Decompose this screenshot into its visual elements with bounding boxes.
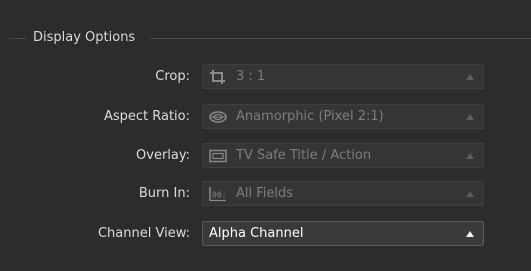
channel-view-row: Channel View: Alpha Channel bbox=[0, 221, 531, 247]
crop-icon bbox=[208, 69, 228, 85]
safe-area-overlay-icon bbox=[208, 148, 228, 164]
crop-label: Crop: bbox=[155, 69, 190, 84]
overlay-select[interactable]: TV Safe Title / Action bbox=[202, 143, 484, 168]
display-options-panel: Display Options Crop: 3 : 1 Aspect Ratio… bbox=[0, 0, 531, 271]
aspect-ratio-value: Anamorphic (Pixel 2:1) bbox=[236, 109, 384, 124]
aspect-ratio-row: Aspect Ratio: Anamorphic (Pixel 2:1) bbox=[0, 104, 531, 130]
burn-in-icon-text: 00: bbox=[212, 191, 226, 200]
aspect-ratio-label: Aspect Ratio: bbox=[103, 109, 190, 124]
timecode-burn-in-icon: 00: bbox=[208, 186, 228, 202]
crop-select[interactable]: 3 : 1 bbox=[202, 64, 484, 89]
overlay-caret-icon bbox=[466, 153, 474, 159]
burn-in-label: Burn In: bbox=[138, 186, 190, 201]
channel-view-label: Channel View: bbox=[97, 226, 190, 241]
channel-view-select[interactable]: Alpha Channel bbox=[202, 221, 484, 246]
anamorphic-lens-icon bbox=[208, 109, 228, 125]
channel-view-caret-icon bbox=[466, 231, 474, 237]
burn-in-row: Burn In: 00: All Fields bbox=[0, 181, 531, 207]
crop-value: 3 : 1 bbox=[236, 69, 266, 84]
crop-row: Crop: 3 : 1 bbox=[0, 64, 531, 90]
group-divider-left bbox=[9, 38, 27, 39]
overlay-value: TV Safe Title / Action bbox=[236, 148, 372, 163]
group-title: Display Options bbox=[33, 30, 136, 45]
crop-caret-icon bbox=[466, 74, 474, 80]
group-divider-right bbox=[150, 38, 531, 39]
aspect-ratio-caret-icon bbox=[466, 114, 474, 120]
burn-in-caret-icon bbox=[466, 191, 474, 197]
burn-in-select[interactable]: 00: All Fields bbox=[202, 181, 484, 206]
burn-in-value: All Fields bbox=[236, 186, 294, 201]
overlay-label: Overlay: bbox=[136, 148, 190, 163]
aspect-ratio-select[interactable]: Anamorphic (Pixel 2:1) bbox=[202, 104, 484, 129]
overlay-row: Overlay: TV Safe Title / Action bbox=[0, 143, 531, 169]
channel-view-value: Alpha Channel bbox=[209, 226, 304, 241]
